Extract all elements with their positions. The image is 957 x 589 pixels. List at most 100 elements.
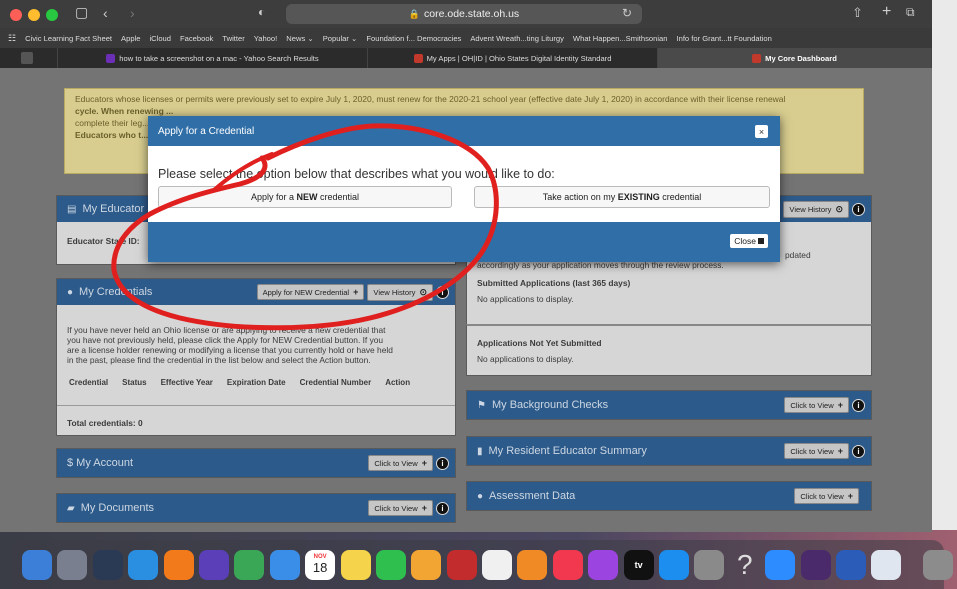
background-window-edge	[930, 0, 957, 530]
flag-icon: ⚑	[477, 399, 486, 411]
browser-tab[interactable]: My Core Dashboard	[658, 48, 932, 68]
modal-close-button[interactable]: Close	[730, 234, 768, 248]
app-store-icon[interactable]	[659, 549, 690, 580]
info-icon[interactable]: i	[852, 202, 865, 216]
plus-icon: +	[421, 503, 427, 513]
background-view-button[interactable]: Click to View +	[784, 397, 849, 413]
sidebar-icon[interactable]: ▢	[75, 4, 88, 21]
col-credential-number[interactable]: Credential Number	[300, 378, 372, 388]
chrome-icon[interactable]	[234, 549, 265, 580]
help-line: you have not previously held, please cli…	[67, 335, 384, 345]
finder-icon[interactable]	[22, 549, 52, 580]
col-expiration-date[interactable]: Expiration Date	[227, 378, 286, 388]
applications-history-button[interactable]: View History ⊙	[783, 200, 849, 218]
close-icon[interactable]: ×	[755, 125, 768, 138]
share-icon[interactable]: ⇧	[852, 5, 863, 21]
tv-icon[interactable]: tv	[623, 549, 654, 580]
forward-icon[interactable]: ›	[130, 5, 135, 21]
zoom-window-button[interactable]	[46, 9, 58, 21]
credentials-panel: ● My Credentials Apply for NEW Credential…	[56, 278, 456, 436]
new-tab-icon[interactable]: +	[882, 3, 891, 21]
privacy-shield-icon[interactable]: ◐	[258, 5, 265, 19]
existing-credential-option[interactable]: Take action on my EXISTING credential	[474, 186, 770, 208]
documents-panel: ▰ My Documents Click to View + i	[56, 493, 456, 523]
zoom-icon[interactable]	[765, 549, 796, 580]
tab-favicon-icon	[413, 53, 423, 63]
option-text: Apply for a	[250, 192, 297, 202]
launchpad-icon[interactable]	[57, 549, 88, 580]
bookmark-item[interactable]: Advent Wreath...ting Liturgy	[470, 34, 564, 43]
title-bar: ▢ ‹ › ◐ 🔒 core.ode.state.oh.us ↻ ⇧ + ⧉	[0, 0, 932, 28]
music-icon[interactable]	[552, 549, 583, 580]
apply-new-credential-option[interactable]: Apply for a NEW credential	[158, 186, 452, 208]
podcasts-icon[interactable]	[588, 549, 619, 580]
firefox-icon[interactable]	[163, 549, 194, 580]
bookmark-item[interactable]: Apple	[121, 34, 140, 43]
plus-icon: +	[837, 400, 843, 410]
tab-label: how to take a screenshot on a mac - Yaho…	[119, 53, 319, 63]
bookmark-item[interactable]: Info for Grant...tt Foundation	[676, 34, 771, 43]
address-bar[interactable]: 🔒 core.ode.state.oh.us ↻	[286, 4, 642, 24]
option-text: credential	[317, 192, 360, 202]
help-icon[interactable]: ?	[730, 549, 760, 580]
bookmark-item[interactable]: Foundation f... Democracies	[366, 34, 461, 43]
resident-view-button[interactable]: Click to View +	[784, 443, 849, 459]
tab-overview-icon[interactable]: ⧉	[906, 5, 915, 20]
info-icon[interactable]: i	[436, 285, 449, 299]
info-icon[interactable]: i	[852, 398, 865, 412]
documents-view-button[interactable]: Click to View +	[368, 500, 433, 516]
plus-icon: +	[837, 446, 843, 456]
bookmark-item[interactable]: Civic Learning Fact Sheet	[25, 34, 112, 43]
tab-group-icon-area[interactable]	[0, 48, 58, 68]
safari-icon[interactable]	[128, 549, 159, 580]
preview-icon[interactable]	[871, 549, 902, 580]
documents-panel-header: ▰ My Documents Click to View + i	[57, 494, 455, 522]
assessment-view-button[interactable]: Click to View +	[794, 488, 859, 504]
background-checks-title: My Background Checks	[491, 399, 609, 411]
minimize-window-button[interactable]	[28, 9, 40, 21]
pages-icon[interactable]	[411, 549, 442, 580]
credentials-history-button[interactable]: View History ⊙	[367, 283, 433, 301]
back-icon[interactable]: ‹	[103, 5, 108, 21]
col-credential[interactable]: Credential	[69, 378, 108, 388]
notability-icon[interactable]	[198, 549, 229, 580]
col-action[interactable]: Action	[385, 378, 410, 388]
notes-icon[interactable]	[340, 549, 371, 580]
info-icon[interactable]: i	[436, 501, 449, 515]
word-icon[interactable]	[835, 549, 866, 580]
calendar-icon[interactable]: NOV 18	[305, 549, 336, 580]
assessment-header: ● Assessment Data Click to View +	[467, 482, 871, 510]
bookmarks-bar: ☷ Civic Learning Fact Sheet Apple iCloud Fa…	[0, 28, 932, 48]
col-status[interactable]: Status	[122, 378, 146, 388]
bookmark-item[interactable]: Facebook	[180, 34, 213, 43]
help-line: in the past, please find the credential …	[67, 355, 371, 365]
photos-icon[interactable]	[482, 549, 513, 580]
mission-control-icon[interactable]	[92, 549, 123, 580]
close-window-button[interactable]	[10, 9, 22, 21]
option-text-bold: EXISTING	[617, 192, 660, 202]
system-preferences-icon[interactable]	[694, 549, 725, 580]
info-icon[interactable]: i	[436, 456, 449, 470]
photo-booth-icon[interactable]	[446, 549, 477, 580]
apply-new-credential-button[interactable]: Apply for NEW Credential +	[256, 284, 365, 300]
bookmark-item[interactable]: News ⌄	[286, 34, 313, 43]
bookmark-item[interactable]: Popular ⌄	[323, 34, 358, 43]
browser-tab[interactable]: how to take a screenshot on a mac - Yaho…	[58, 48, 368, 68]
tab-group-icon	[20, 52, 33, 64]
info-icon[interactable]: i	[852, 444, 865, 458]
reload-icon[interactable]: ↻	[622, 6, 632, 20]
bookmark-item[interactable]: iCloud	[149, 34, 171, 43]
mail-icon[interactable]	[269, 549, 300, 580]
joker-icon[interactable]	[800, 549, 831, 580]
bookmark-item[interactable]: Yahoo!	[254, 34, 278, 43]
books-icon[interactable]	[517, 549, 548, 580]
option-text-bold: NEW	[296, 192, 318, 202]
bookmark-item[interactable]: Twitter	[222, 34, 244, 43]
col-effective-year[interactable]: Effective Year	[161, 378, 213, 388]
bookmarks-grid-icon[interactable]: ☷	[8, 33, 16, 44]
facetime-icon[interactable]	[375, 549, 406, 580]
browser-tab[interactable]: My Apps | OH|ID | Ohio States Digital Id…	[368, 48, 658, 68]
trash-icon[interactable]	[922, 549, 953, 580]
account-view-button[interactable]: Click to View +	[368, 455, 433, 471]
bookmark-item[interactable]: What Happen...Smithsonian	[573, 34, 668, 43]
